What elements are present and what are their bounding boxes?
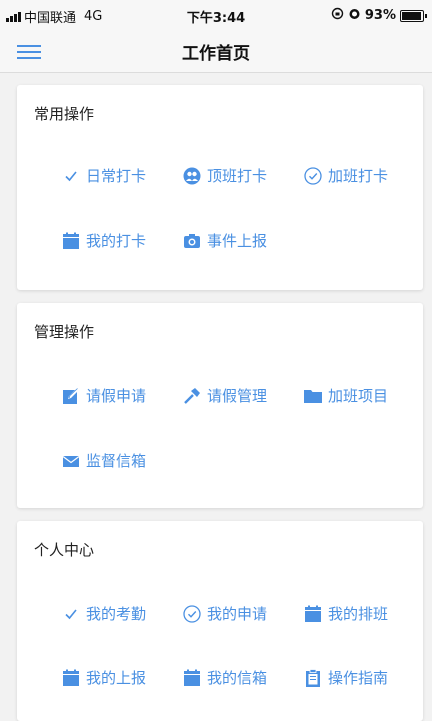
section-title: 个人中心 [34, 541, 95, 559]
battery-icon [400, 9, 427, 22]
calendar-icon [304, 605, 322, 623]
supervision-mailbox-button[interactable]: 监督信箱 [62, 450, 146, 471]
leave-management-button[interactable]: 请假管理 [183, 385, 267, 406]
section-common-actions: 常用操作 日常打卡 顶班打卡 加班打卡 我的打卡 事件上报 [17, 85, 423, 290]
calendar-icon [62, 669, 80, 687]
user-guide-button[interactable]: 操作指南 [304, 667, 388, 688]
status-bar: 中国联通 4G 下午3:44 93% [0, 0, 432, 30]
check-icon [62, 167, 80, 185]
orientation-lock-icon [331, 7, 344, 24]
section-personal-center: 个人中心 我的考勤 我的申请 我的排班 我的上报 我的信箱 操作指南 [17, 521, 423, 721]
users-icon [183, 167, 201, 185]
folder-icon [304, 387, 322, 405]
my-attendance-button[interactable]: 我的考勤 [62, 603, 146, 624]
check-circle-icon [183, 604, 201, 623]
calendar-icon [183, 669, 201, 687]
page-title: 工作首页 [182, 44, 250, 64]
battery-percent: 93% [364, 8, 396, 23]
my-reports-button[interactable]: 我的上报 [62, 667, 146, 688]
section-management-actions: 管理操作 请假申请 请假管理 加班项目 监督信箱 [17, 303, 423, 508]
overtime-checkin-button[interactable]: 加班打卡 [304, 165, 388, 186]
hammer-icon [183, 387, 201, 405]
check-icon [62, 605, 80, 623]
check-circle-icon [304, 166, 322, 185]
clipboard-icon [304, 668, 322, 687]
event-report-button[interactable]: 事件上报 [183, 230, 267, 251]
envelope-icon [62, 452, 80, 470]
edit-icon [62, 387, 80, 405]
daily-checkin-button[interactable]: 日常打卡 [62, 165, 146, 186]
substitute-checkin-button[interactable]: 顶班打卡 [183, 165, 267, 186]
section-title: 管理操作 [34, 323, 95, 341]
my-schedule-button[interactable]: 我的排班 [304, 603, 388, 624]
my-checkin-button[interactable]: 我的打卡 [62, 230, 146, 251]
my-application-button[interactable]: 我的申请 [183, 603, 267, 624]
overtime-project-button[interactable]: 加班项目 [304, 385, 388, 406]
camera-icon [183, 232, 201, 250]
my-mailbox-button[interactable]: 我的信箱 [183, 667, 267, 688]
calendar-icon [62, 232, 80, 250]
leave-request-button[interactable]: 请假申请 [62, 385, 146, 406]
section-title: 常用操作 [34, 105, 95, 123]
alarm-icon [348, 7, 361, 24]
nav-bar: 工作首页 [0, 30, 432, 73]
